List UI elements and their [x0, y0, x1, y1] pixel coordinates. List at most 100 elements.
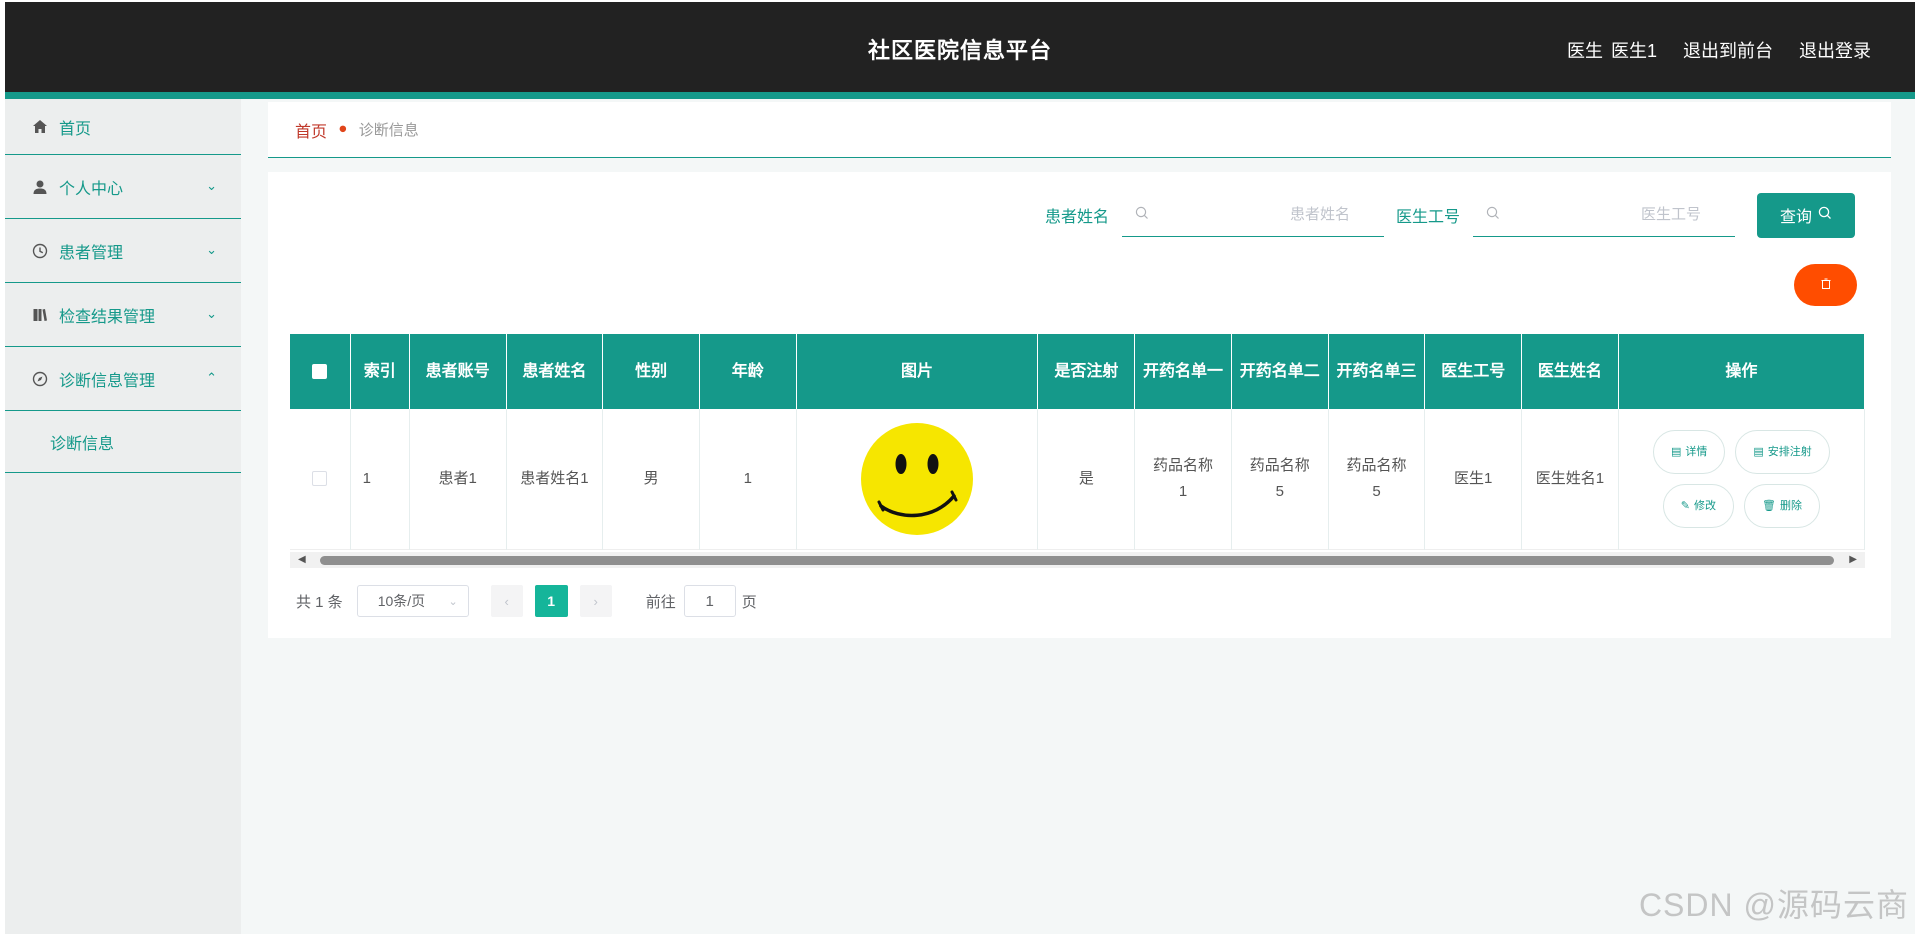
pencil-icon: ✎ [1680, 499, 1691, 512]
sidebar: 首页 个人中心 ⌄ 患者管理 ⌄ 检查结果管理 ⌄ 诊断信息管理 ⌃ 诊断信息 [5, 99, 241, 934]
cell-drug2: 药品名称5 [1231, 409, 1329, 549]
search-icon [1818, 206, 1832, 225]
logout-link[interactable]: 退出登录 [1799, 37, 1871, 63]
edit-button-label: 修改 [1694, 499, 1717, 512]
patient-name-label: 患者姓名 [1044, 209, 1109, 226]
compass-icon [31, 370, 49, 388]
smiley-face-image [861, 422, 974, 535]
user-icon [31, 178, 49, 196]
column-header: 医生姓名 [1521, 334, 1619, 409]
horizontal-scrollbar[interactable]: ◀ ▶ [290, 552, 1865, 568]
delete-button[interactable]: 🗑 删除 [1744, 483, 1820, 528]
diagnosis-table: 索引 患者账号 患者姓名 性别 年龄 图片 是否注射 开药名单一 开药名单二 开… [290, 334, 1866, 550]
document-icon: ▤ [1753, 445, 1764, 458]
breadcrumb-current: 诊断信息 [358, 122, 419, 139]
content-card: 患者姓名 医生工号 查询 [268, 172, 1891, 638]
prev-page-button[interactable]: ‹ [490, 585, 523, 617]
sidebar-item-patient-management[interactable]: 患者管理 ⌄ [5, 219, 241, 283]
sidebar-item-label: 首页 [59, 120, 92, 138]
batch-delete-button[interactable] [1794, 264, 1857, 306]
chevron-left-icon: ‹ [504, 593, 509, 609]
topbar-accent-line [5, 92, 1915, 99]
sidebar-item-label: 诊断信息管理 [59, 372, 156, 390]
page-size-select[interactable]: 10条/页 ⌄ [356, 585, 469, 617]
column-header: 是否注射 [1037, 334, 1136, 409]
clock-icon [31, 242, 49, 260]
scrollbar-thumb[interactable] [320, 556, 1834, 565]
page-suffix: 页 [741, 593, 757, 611]
table-header-row: 索引 患者账号 患者姓名 性别 年龄 图片 是否注射 开药名单一 开药名单二 开… [290, 334, 1866, 409]
detail-button[interactable]: ▤ 详情 [1652, 429, 1726, 474]
doctor-id-input[interactable] [1473, 193, 1735, 236]
cell-drug3: 药品名称5 [1328, 409, 1426, 549]
breadcrumb: 首页 ⚫ 诊断信息 [268, 102, 1891, 158]
patient-name-search [1121, 193, 1384, 237]
cell-age: 1 [699, 409, 797, 549]
page-size-value: 10条/页 [377, 593, 426, 609]
edit-button[interactable]: ✎ 修改 [1662, 483, 1735, 528]
pagination: 共 1 条 10条/页 ⌄ ‹ 1 › 前往 页 [296, 585, 757, 617]
column-header: 开药名单三 [1328, 334, 1426, 409]
sidebar-item-exam-results[interactable]: 检查结果管理 ⌄ [5, 283, 241, 347]
cell-index: 1 [350, 409, 410, 549]
pagination-total: 共 1 条 [296, 593, 343, 611]
detail-button-label: 详情 [1685, 445, 1708, 458]
document-icon: ▤ [1670, 445, 1682, 458]
select-all-cell [290, 334, 351, 409]
row-checkbox[interactable] [312, 471, 328, 487]
column-header: 开药名单一 [1134, 334, 1232, 409]
sidebar-item-home[interactable]: 首页 [5, 99, 241, 155]
search-icon [1135, 206, 1149, 223]
cell-image [796, 409, 1039, 549]
sidebar-item-diagnosis-management[interactable]: 诊断信息管理 ⌃ [5, 347, 241, 411]
exit-to-front-link[interactable]: 退出到前台 [1683, 37, 1773, 63]
column-header: 医生工号 [1424, 334, 1523, 409]
query-button-label: 查询 [1779, 209, 1812, 226]
sidebar-subitem-label: 诊断信息 [50, 435, 115, 453]
column-header: 开药名单二 [1231, 334, 1329, 409]
watermark: CSDN @源码云商 [1638, 887, 1909, 923]
user-name: 医生1 [1610, 41, 1657, 61]
column-header: 图片 [796, 334, 1039, 409]
top-bar: 社区医院信息平台 医生 医生1 退出到前台 退出登录 [5, 2, 1915, 92]
breadcrumb-home[interactable]: 首页 [295, 118, 327, 142]
cell-actions: ▤ 详情 ▤ 安排注射 ✎ 修改 🗑 删除 [1618, 409, 1866, 549]
select-all-checkbox[interactable] [312, 363, 328, 379]
column-header: 患者账号 [409, 334, 507, 409]
row-select-cell [290, 409, 351, 549]
arrange-injection-button[interactable]: ▤ 安排注射 [1735, 429, 1830, 474]
patient-name-input[interactable] [1121, 193, 1384, 236]
column-header: 性别 [602, 334, 700, 409]
cell-gender: 男 [602, 409, 700, 549]
app-frame: 社区医院信息平台 医生 医生1 退出到前台 退出登录 首页 个人中心 ⌄ 患者管… [5, 2, 1915, 934]
chevron-down-icon: ⌄ [206, 177, 217, 193]
column-header: 操作 [1618, 334, 1866, 409]
user-info: 医生 医生1 [1567, 37, 1657, 63]
row-actions: ▤ 详情 ▤ 安排注射 ✎ 修改 🗑 删除 [1619, 429, 1864, 528]
sidebar-item-personal-center[interactable]: 个人中心 ⌄ [5, 155, 241, 219]
cell-drug1: 药品名称1 [1134, 409, 1232, 549]
goto-page-input[interactable] [683, 585, 736, 617]
chevron-down-icon: ⌄ [448, 595, 458, 608]
doctor-id-search [1473, 193, 1735, 237]
column-header: 年龄 [699, 334, 797, 409]
sidebar-subitem-diagnosis-info[interactable]: 诊断信息 [5, 411, 241, 473]
table-row: 1 患者1 患者姓名1 男 1 是 药品名称1 药品名称5 药品名称5 医生1 … [290, 409, 1866, 549]
chevron-right-icon: › [593, 593, 598, 609]
scroll-right-arrow-icon[interactable]: ▶ [1849, 554, 1857, 565]
cell-account: 患者1 [409, 409, 507, 549]
query-button[interactable]: 查询 [1757, 192, 1855, 238]
user-role: 医生 [1566, 41, 1603, 61]
chevron-down-icon: ⌄ [206, 305, 217, 321]
next-page-button[interactable]: › [579, 585, 612, 617]
cell-injected: 是 [1037, 409, 1136, 549]
scroll-left-arrow-icon[interactable]: ◀ [298, 554, 306, 565]
home-icon [31, 118, 49, 136]
page-number-current[interactable]: 1 [534, 585, 568, 617]
delete-button-label: 删除 [1779, 499, 1802, 512]
column-header: 索引 [350, 334, 410, 409]
trash-icon [1821, 278, 1831, 292]
sidebar-item-label: 个人中心 [59, 180, 124, 198]
search-icon [1486, 206, 1500, 223]
breadcrumb-separator-icon: ⚫ [337, 121, 349, 137]
